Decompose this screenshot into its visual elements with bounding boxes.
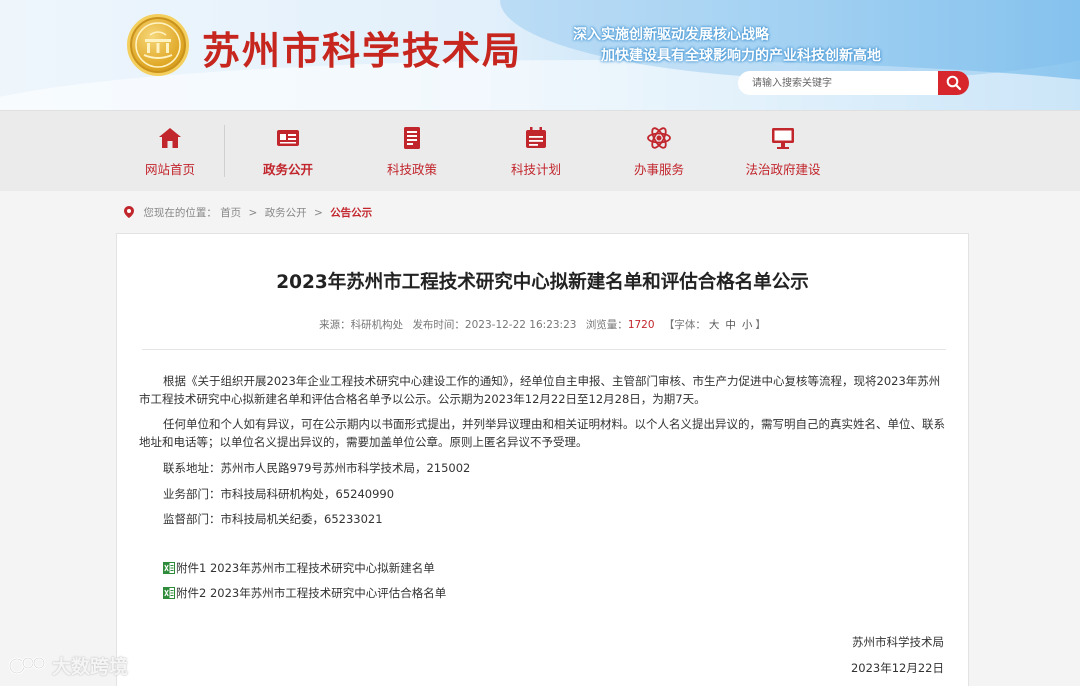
article-container: 2023年苏州市工程技术研究中心拟新建名单和评估合格名单公示 来源：科研机构处 … [116,233,969,686]
nav-label: 办事服务 [633,162,684,177]
search-button[interactable] [938,71,969,95]
nav-label: 网站首页 [144,162,195,177]
monitor-icon [772,128,794,149]
nav-item-tech-policy[interactable]: 科技政策 [352,111,472,192]
nav-item-home[interactable]: 网站首页 [110,111,230,192]
calendar-icon [526,127,546,148]
signature-date: 2023年12月22日 [850,661,944,675]
search-icon [946,75,962,91]
nav-label: 科技计划 [510,162,561,177]
font-size-large[interactable]: 大 [709,319,720,331]
watermark: 大数跨境 [8,652,128,679]
nav-item-tech-plan[interactable]: 科技计划 [476,111,596,192]
breadcrumb-prefix: 您现在的位置： [143,207,217,219]
attachment-label-1: 附件1 2023年苏州市工程技术研究中心拟新建名单 [176,561,435,575]
article-title: 2023年苏州市工程技术研究中心拟新建名单和评估合格名单公示 [276,272,809,293]
atom-icon [647,127,671,149]
supervision-department: 监督部门：市科技局机关纪委，65233021 [163,512,383,526]
article-meta: 来源：科研机构处 发布时间：2023-12-22 16:23:23 浏览量：17… [117,317,968,332]
breadcrumb: 您现在的位置： 首页 > 政务公开 > 公告公示 [124,205,372,220]
breadcrumb-home-link[interactable]: 首页 [220,207,241,219]
article-paragraph-1: 根据《关于组织开展2023年企业工程技术研究中心建设工作的通知》，经单位自主申报… [139,374,941,406]
font-size-small[interactable]: 小 [742,319,753,331]
attachment-label-2: 附件2 2023年苏州市工程技术研究中心评估合格名单 [176,586,447,600]
article-paragraph-2: 任何单位和个人如有异议，可在公示期内以书面形式提出，并列举异议理由和相关证明材料… [139,417,945,449]
font-size-prefix: 【字体： [663,319,706,331]
slogan-line-1: 深入实施创新驱动发展核心战略 [573,27,769,43]
watermark-logo-icon [8,656,46,675]
attachment-link-2[interactable]: 附件2 2023年苏州市工程技术研究中心评估合格名单 [163,585,446,601]
document-icon [404,127,420,149]
contact-address: 联系地址：苏州市人民路979号苏州市科学技术局，215002 [163,461,471,475]
font-size-switcher: 【字体：大中小】 [664,319,766,331]
article-publish-time: 发布时间：2023-12-22 16:23:23 [412,319,577,331]
nav-item-services[interactable]: 办事服务 [599,111,719,192]
business-department: 业务部门：市科技局科研机构处，65240990 [163,487,395,501]
breadcrumb-separator: > [314,207,323,219]
slogan-line-2: 加快建设具有全球影响力的产业科技创新高地 [601,48,881,64]
nav-label: 科技政策 [386,162,437,177]
home-icon [159,128,181,148]
breadcrumb-current: 公告公示 [330,207,373,219]
excel-file-icon [163,587,175,599]
article-source: 来源：科研机构处 [319,319,404,331]
search-input[interactable] [738,71,940,95]
id-card-icon [277,130,299,146]
location-pin-icon [124,206,134,218]
watermark-text: 大数跨境 [52,656,129,678]
nav-item-government-affairs[interactable]: 政务公开 [228,111,348,192]
views-label: 浏览量： [585,319,628,331]
breadcrumb-separator: > [248,207,258,219]
main-nav: 网站首页 政务公开 科技政策 科技计划 办事服务 法治政府建设 [0,110,1080,191]
meta-divider [142,349,946,350]
nav-item-rule-of-law[interactable]: 法治政府建设 [723,111,843,192]
site-header: 苏州市科学技术局 深入实施创新驱动发展核心战略 加快建设具有全球影响力的产业科技… [0,0,1080,110]
views-count: 1720 [627,319,655,331]
signature-organization: 苏州市科学技术局 [852,635,944,649]
nav-label: 政务公开 [262,162,313,177]
breadcrumb-government-affairs-link[interactable]: 政务公开 [265,207,307,219]
site-logo[interactable] [127,14,189,76]
nav-divider [224,125,225,177]
font-size-suffix: 】 [755,319,766,331]
emblem-icon [135,22,181,68]
site-title[interactable]: 苏州市科学技术局 [202,20,522,75]
excel-file-icon [163,562,175,574]
article-views: 浏览量：1720 [586,319,655,331]
attachment-link-1[interactable]: 附件1 2023年苏州市工程技术研究中心拟新建名单 [163,560,435,576]
nav-label: 法治政府建设 [745,162,821,177]
font-size-medium[interactable]: 中 [725,319,736,331]
